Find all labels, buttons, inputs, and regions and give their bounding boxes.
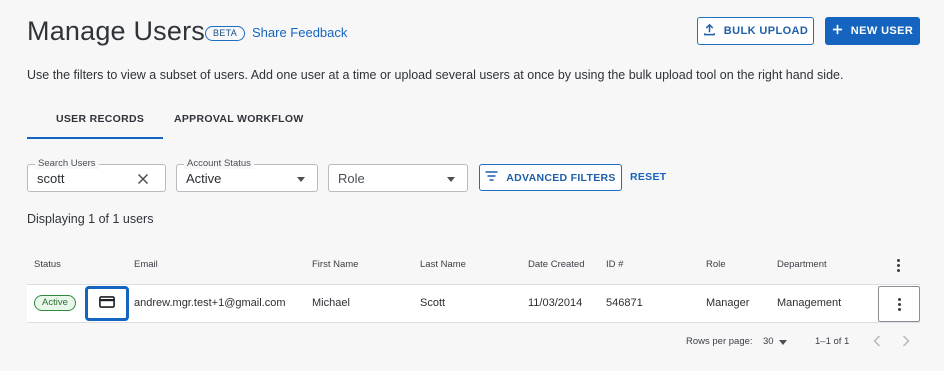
column-header-id[interactable]: ID # (606, 259, 623, 270)
results-summary: Displaying 1 of 1 users (27, 212, 154, 226)
search-users-input[interactable]: scott (37, 171, 64, 186)
cell-id: 546871 (606, 297, 643, 309)
tab-user-records[interactable]: USER RECORDS (56, 113, 144, 125)
row-divider (27, 322, 920, 323)
bulk-upload-button[interactable]: BULK UPLOAD (697, 17, 814, 45)
cell-email: andrew.mgr.test+1@gmail.com (134, 297, 286, 309)
column-header-email[interactable]: Email (134, 259, 158, 270)
upload-icon (703, 23, 716, 39)
new-user-label: NEW USER (850, 25, 914, 37)
column-header-date-created[interactable]: Date Created (528, 259, 585, 270)
column-header-first-name[interactable]: First Name (312, 259, 358, 270)
column-header-status[interactable]: Status (34, 259, 61, 270)
share-feedback-link[interactable]: Share Feedback (252, 25, 347, 40)
cell-first-name: Michael (312, 297, 350, 309)
new-user-button[interactable]: NEW USER (825, 17, 920, 45)
cell-last-name: Scott (420, 297, 446, 309)
column-header-department[interactable]: Department (777, 259, 827, 270)
chevron-down-icon (297, 177, 305, 182)
cell-department: Management (777, 297, 842, 309)
beta-badge: BETA (205, 26, 246, 41)
status-badge: Active (34, 295, 76, 311)
account-status-select[interactable]: Account Status Active (176, 158, 318, 192)
row-actions-button[interactable] (878, 286, 920, 322)
advanced-filters-button[interactable]: ADVANCED FILTERS (479, 164, 622, 191)
filter-icon (485, 171, 498, 184)
account-status-value: Active (186, 171, 222, 186)
search-users-label: Search Users (35, 158, 99, 169)
chevron-right-icon[interactable] (902, 334, 910, 350)
clear-icon[interactable] (137, 172, 149, 190)
bulk-upload-label: BULK UPLOAD (723, 25, 809, 37)
rows-per-page-select[interactable]: 30 (763, 336, 774, 347)
more-vert-icon (897, 297, 901, 311)
cell-role: Manager (706, 297, 750, 309)
pagination-range: 1–1 of 1 (815, 336, 850, 347)
advanced-filters-label: ADVANCED FILTERS (506, 171, 616, 184)
cell-date-created: 11/03/2014 (528, 297, 583, 309)
reset-button[interactable]: RESET (630, 171, 667, 183)
page-description: Use the filters to view a subset of user… (27, 68, 844, 82)
page-title: Manage Users (27, 16, 205, 46)
card-icon (99, 295, 115, 313)
card-button[interactable] (85, 286, 129, 321)
rows-per-page-label: Rows per page: (686, 336, 753, 347)
column-header-last-name[interactable]: Last Name (420, 259, 466, 270)
more-vert-icon[interactable] (897, 259, 900, 272)
active-tab-indicator (27, 137, 163, 139)
plus-icon (832, 24, 843, 38)
chevron-down-icon (447, 177, 455, 182)
search-users-field[interactable]: Search Users scott (27, 158, 166, 192)
chevron-left-icon[interactable] (873, 334, 881, 350)
role-select[interactable]: Role (328, 164, 468, 192)
column-header-role[interactable]: Role (706, 259, 726, 270)
chevron-down-icon[interactable] (779, 340, 787, 345)
role-placeholder: Role (338, 171, 365, 186)
tab-approval-workflow[interactable]: APPROVAL WORKFLOW (174, 113, 304, 125)
account-status-label: Account Status (184, 158, 254, 169)
